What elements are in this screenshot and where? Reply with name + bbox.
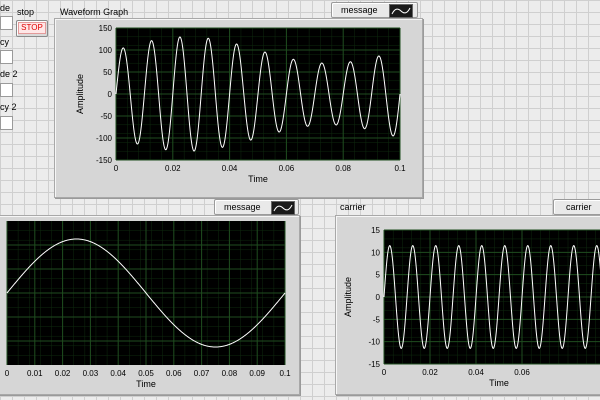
waveform-legend[interactable]: message [331, 2, 418, 18]
y-tick-label: 5 [376, 271, 381, 280]
amplitude-2-label: de 2 [0, 69, 18, 79]
carrier-legend[interactable]: carrier [553, 199, 600, 215]
y-axis-label: Amplitude [75, 74, 85, 114]
frequency-2-input[interactable] [0, 116, 13, 130]
y-tick-label: 0 [376, 293, 381, 302]
x-tick-label: 0.08 [222, 369, 238, 378]
x-tick-label: 0.02 [165, 164, 181, 173]
stop-button-text: STOP [18, 22, 46, 34]
y-axis-label: Amplitude [343, 277, 353, 317]
carrier-legend-label: carrier [566, 202, 592, 212]
waveform-legend-label: message [341, 5, 378, 15]
x-tick-label: 0.01 [27, 369, 43, 378]
stop-label: stop [17, 7, 35, 17]
x-tick-label: 0.08 [335, 164, 351, 173]
y-tick-label: 150 [99, 24, 113, 33]
frequency-label: cy [0, 37, 9, 47]
message-legend[interactable]: message [214, 199, 299, 215]
x-tick-label: 0.06 [514, 368, 530, 377]
amplitude-input[interactable] [0, 16, 13, 30]
stop-button[interactable]: STOP [16, 20, 48, 37]
x-tick-label: 0 [114, 164, 119, 173]
x-tick-label: 0.04 [468, 368, 484, 377]
y-tick-label: -5 [373, 315, 381, 324]
x-tick-label: 0.05 [138, 369, 154, 378]
waveform-chart[interactable]: 0 0.02 0.04 0.06 0.08 0.1 150 100 50 0 -50 -100 -150… [55, 19, 422, 197]
y-tick-label: -100 [96, 134, 113, 143]
y-tick-label: -10 [368, 338, 380, 347]
x-tick-label: 0.07 [194, 369, 210, 378]
x-tick-label: 0.09 [249, 369, 265, 378]
x-tick-label: 0.03 [83, 369, 99, 378]
carrier-graph-title: carrier [340, 202, 366, 212]
carrier-graph: 0 0.02 0.04 0.06 15 10 5 0 -5 -10 -15 Time Amplitude [335, 215, 600, 395]
x-tick-label: 0.02 [55, 369, 71, 378]
y-tick-label: 10 [371, 248, 380, 257]
y-tick-label: 50 [103, 68, 112, 77]
x-tick-label: 0.06 [279, 164, 295, 173]
x-axis-label: Time [136, 379, 156, 389]
y-tick-label: 0 [108, 90, 113, 99]
y-tick-label: -150 [96, 156, 113, 165]
message-graph: 0 0.01 0.02 0.03 0.04 0.05 0.06 0.07 0.08 0.09 0.1… [0, 215, 300, 395]
x-tick-label: 0.02 [422, 368, 438, 377]
waveform-graph: 0 0.02 0.04 0.06 0.08 0.1 150 100 50 0 -50 -100 -150… [54, 18, 423, 198]
message-chart[interactable]: 0 0.01 0.02 0.03 0.04 0.05 0.06 0.07 0.08 0.09 0.1… [0, 216, 299, 394]
y-tick-label: 15 [371, 226, 380, 235]
x-tick-label: 0.1 [394, 164, 406, 173]
x-tick-label: 0 [5, 369, 10, 378]
x-axis-label: Time [489, 378, 509, 388]
message-legend-label: message [224, 202, 261, 212]
frequency-2-label: cy 2 [0, 102, 17, 112]
frequency-input[interactable] [0, 50, 13, 64]
x-tick-label: 0.06 [166, 369, 182, 378]
x-tick-label: 0 [382, 368, 387, 377]
x-tick-label: 0.1 [279, 369, 291, 378]
carrier-chart[interactable]: 0 0.02 0.04 0.06 15 10 5 0 -5 -10 -15 Time Amplitude [336, 216, 600, 394]
y-tick-label: -50 [100, 112, 112, 121]
waveform-graph-title: Waveform Graph [60, 7, 129, 17]
x-tick-label: 0.04 [222, 164, 238, 173]
y-tick-label: 100 [99, 46, 113, 55]
waveform-legend-line-icon [389, 4, 413, 18]
message-legend-line-icon [271, 201, 295, 215]
x-axis-label: Time [248, 174, 268, 184]
amplitude-label: de [0, 3, 11, 13]
y-tick-label: -15 [368, 360, 380, 369]
x-tick-label: 0.04 [110, 369, 126, 378]
amplitude-2-input[interactable] [0, 83, 13, 97]
